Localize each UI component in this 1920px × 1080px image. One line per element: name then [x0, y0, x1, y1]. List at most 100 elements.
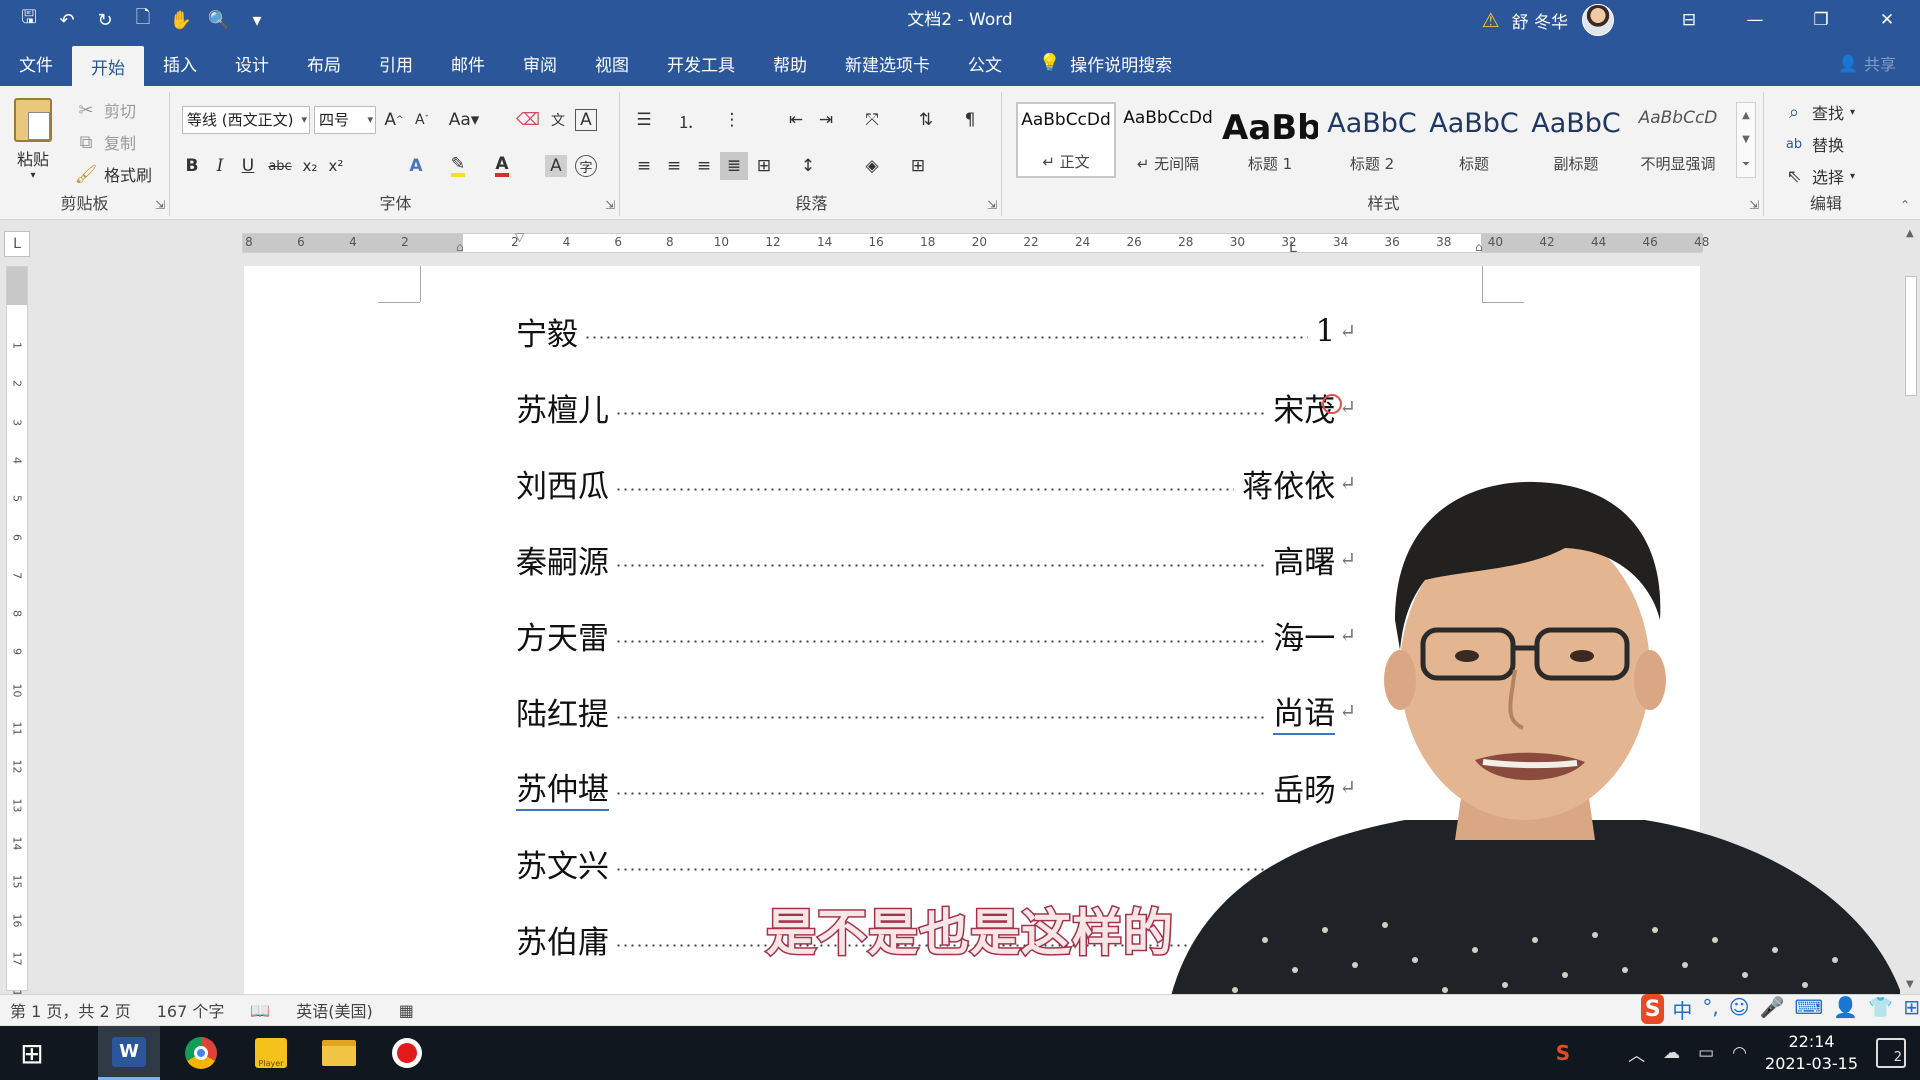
replace-button[interactable]: ab 替换	[1782, 132, 1844, 156]
network-status-icon[interactable]: ☁	[1663, 1043, 1680, 1063]
new-document-icon[interactable]: 🗋	[128, 5, 158, 35]
tab-11[interactable]: 新建选项卡	[826, 40, 949, 86]
battery-icon[interactable]: ▭	[1698, 1043, 1714, 1063]
horizontal-ruler[interactable]: 8 6 4 2 2 4 6 8 10 12 14 16 18 20 22 24 26 28 30 32 34 36 38 40…	[242, 230, 1709, 256]
scroll-up-icon[interactable]: ▲	[1742, 110, 1750, 121]
borders-icon[interactable]: ⊞	[904, 152, 932, 180]
font-color-icon[interactable]: A	[488, 152, 516, 180]
dialog-launcher-icon[interactable]: ⇲	[605, 198, 615, 212]
page-count[interactable]: 第 1 页，共 2 页	[10, 998, 131, 1022]
font-size-combo[interactable]: 四号 ▾	[314, 106, 376, 134]
style-1[interactable]: AaBbCcDd ↵ 无间隔	[1118, 102, 1218, 178]
cut-button[interactable]: ✂ 剪切	[74, 98, 136, 122]
highlight-icon[interactable]: ✎	[444, 152, 472, 180]
sogou-logo-icon[interactable]: S	[1641, 994, 1665, 1024]
toc-row[interactable]: 苏仲堪 岳旸 ↵	[516, 762, 1356, 812]
tab-1[interactable]: 开始	[72, 46, 144, 86]
style-6[interactable]: AaBbCcD 不明显强调	[1628, 102, 1728, 178]
strikethrough-button[interactable]: abc	[266, 152, 294, 180]
shrink-font-icon[interactable]: Aˇ	[408, 106, 436, 134]
chevron-up-icon[interactable]: ︿	[1628, 1041, 1645, 1066]
shading-icon[interactable]: ◈	[858, 152, 886, 180]
ime-punctuation-icon[interactable]: °,	[1702, 995, 1718, 1024]
windows-start-icon[interactable]: ⊞	[0, 1026, 64, 1080]
word-app-icon[interactable]: W	[98, 1026, 160, 1080]
decrease-indent-icon[interactable]: ⇤	[782, 106, 810, 134]
left-indent-marker[interactable]: ⌂	[456, 240, 464, 254]
distributed-icon[interactable]: ⊞	[750, 152, 778, 180]
proofing-icon[interactable]: 📖	[250, 1001, 270, 1020]
ime-keyboard-icon[interactable]: ⌨	[1795, 995, 1824, 1024]
minimize-icon[interactable]: —	[1722, 0, 1788, 40]
italic-button[interactable]: I	[206, 152, 234, 180]
align-left-icon[interactable]: ≡	[630, 152, 658, 180]
wifi-icon[interactable]: ◠	[1732, 1043, 1747, 1063]
underline-button[interactable]: U	[234, 152, 262, 180]
collapse-ribbon-icon[interactable]: ⌃	[1900, 198, 1910, 212]
recorder-app-icon[interactable]	[376, 1026, 438, 1080]
style-4[interactable]: AaBbC 标题	[1424, 102, 1524, 178]
tab-7[interactable]: 审阅	[504, 40, 576, 86]
document-page[interactable]: 宁毅 1 ↵ 苏檀儿 宋茂 ↵ 刘西瓜 蒋依依 ↵ 秦嗣源 高曙 ↵ 方天雷 海一 ↵ 陆红提 尚语 ↵ 苏仲堪 岳旸…	[244, 266, 1700, 994]
clock[interactable]: 22:14 2021-03-15	[1765, 1031, 1858, 1075]
accessibility-icon[interactable]: ▦	[399, 1001, 414, 1020]
tab-6[interactable]: 邮件	[432, 40, 504, 86]
styles-gallery-scroller[interactable]: ▲ ▼ ⏷	[1736, 102, 1756, 178]
tab-stop-marker[interactable]: L	[1289, 240, 1297, 256]
toc-row[interactable]: 陆红提 尚语 ↵	[516, 686, 1356, 736]
ime-emoji-icon[interactable]: ☺	[1729, 995, 1750, 1024]
word-count[interactable]: 167 个字	[157, 998, 225, 1022]
toc-row[interactable]: 方天雷 海一 ↵	[516, 610, 1356, 660]
character-border-icon[interactable]: A	[575, 109, 597, 131]
scroll-up-icon[interactable]: ▲	[1906, 228, 1914, 239]
share-button[interactable]: 👤 共享	[1838, 40, 1896, 86]
bold-button[interactable]: B	[178, 152, 206, 180]
scroll-down-icon[interactable]: ▼	[1742, 134, 1750, 145]
align-center-icon[interactable]: ≡	[660, 152, 688, 180]
enclose-characters-icon[interactable]: 字	[575, 155, 597, 177]
tab-selector[interactable]: L	[4, 231, 30, 257]
show-marks-icon[interactable]: ¶	[956, 106, 984, 134]
right-indent-marker[interactable]: ⌂	[1475, 240, 1483, 254]
increase-indent-icon[interactable]: ⇥	[812, 106, 840, 134]
toc-row[interactable]: 苏檀儿 宋茂 ↵	[516, 382, 1356, 432]
multilevel-list-icon[interactable]: ⋮	[718, 106, 746, 134]
character-shading-icon[interactable]: A	[545, 155, 567, 177]
close-icon[interactable]: ✕	[1854, 0, 1920, 40]
paste-button[interactable]: 粘贴 ▾	[14, 98, 52, 181]
phonetic-guide-icon[interactable]: 文	[544, 106, 572, 134]
tab-10[interactable]: 帮助	[754, 40, 826, 86]
tell-me-search[interactable]: 💡 操作说明搜索	[1039, 40, 1172, 86]
format-painter-button[interactable]: 🖌 格式刷	[74, 162, 152, 186]
style-5[interactable]: AaBbC 副标题	[1526, 102, 1626, 178]
tab-12[interactable]: 公文	[949, 40, 1021, 86]
ime-skin-icon[interactable]: 👕	[1868, 995, 1893, 1024]
ime-chinese-mode-icon[interactable]: 中	[1672, 995, 1692, 1024]
toc-row[interactable]: 宁毅 1 ↵	[516, 306, 1356, 356]
tab-8[interactable]: 视图	[576, 40, 648, 86]
chinese-layout-icon[interactable]: ⤧	[858, 106, 886, 134]
numbering-icon[interactable]: ⒈	[672, 106, 700, 134]
tab-3[interactable]: 设计	[216, 40, 288, 86]
clear-formatting-icon[interactable]: ⌫	[514, 106, 542, 134]
notification-center-icon[interactable]: 2	[1876, 1038, 1906, 1068]
tab-2[interactable]: 插入	[144, 40, 216, 86]
print-preview-icon[interactable]: 🔍	[204, 5, 234, 35]
warning-icon[interactable]: ⚠	[1482, 8, 1500, 32]
avatar[interactable]	[1582, 4, 1614, 36]
toc-row[interactable]: 刘西瓜 蒋依依 ↵	[516, 458, 1356, 508]
ime-voice-icon[interactable]: 🎤	[1760, 995, 1785, 1024]
ribbon-display-options-icon[interactable]: ⊟	[1656, 0, 1722, 40]
grow-font-icon[interactable]: A ^	[380, 106, 408, 134]
media-player-app-icon[interactable]: Player	[240, 1026, 302, 1080]
touch-mode-icon[interactable]: ✋	[166, 5, 196, 35]
ime-toolbox-icon[interactable]: ⊞	[1903, 995, 1920, 1024]
scroll-down-icon[interactable]: ▼	[1906, 979, 1914, 990]
vertical-ruler[interactable]: 123456789101112131415161718	[6, 266, 28, 1004]
text-effects-icon[interactable]: A	[402, 152, 430, 180]
justify-icon[interactable]: ≣	[720, 152, 748, 180]
style-2[interactable]: AaBb 标题 1	[1220, 102, 1320, 178]
style-3[interactable]: AaBbC 标题 2	[1322, 102, 1422, 178]
ime-user-icon[interactable]: 👤	[1833, 995, 1858, 1024]
language-indicator[interactable]: 英语(美国)	[296, 998, 373, 1022]
